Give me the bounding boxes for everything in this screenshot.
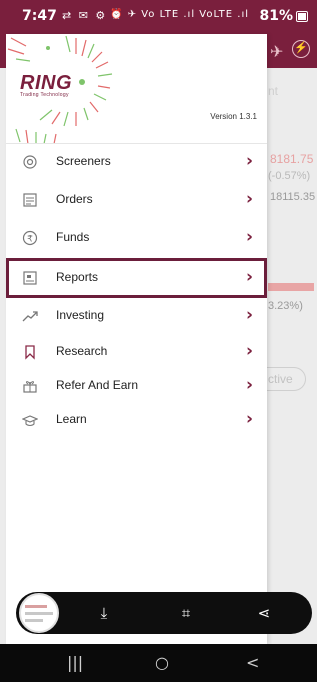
menu-item-refer-and-earn[interactable]: Refer And Earn ›	[6, 368, 267, 406]
crop-edit-icon[interactable]: ⌗	[176, 603, 196, 623]
menu-item-research[interactable]: Research ›	[6, 334, 267, 372]
status-time: 7:47	[22, 8, 57, 24]
chevron-right-icon: ›	[245, 267, 253, 287]
background-value: 8181.75	[270, 152, 314, 166]
screenshot-thumbnail[interactable]	[19, 593, 59, 633]
gift-icon	[23, 381, 37, 393]
menu-item-label: Learn	[56, 412, 87, 426]
screenshot-toolbar: ⤓ ⌗ ⋖	[16, 592, 312, 634]
chevron-right-icon: ›	[245, 409, 253, 429]
background-change: 3.23%)	[268, 300, 303, 312]
chevron-right-icon: ›	[245, 341, 253, 361]
chevron-right-icon: ›	[245, 151, 253, 171]
home-button[interactable]: ○	[155, 653, 169, 672]
navigation-drawer: RING Trading Technology Version 1.3.1 Sc…	[6, 34, 267, 644]
battery-icon	[296, 11, 308, 22]
menu-item-reports[interactable]: Reports ›	[6, 258, 267, 298]
svg-text:₹: ₹	[27, 235, 33, 245]
status-bar: 7:47 ⇄ ✉ ⚙ d ⏰ ✈ Vo LTE .ıl VoLTE .ıl 81…	[0, 0, 317, 34]
menu-item-learn[interactable]: Learn ›	[6, 402, 267, 440]
menu-item-orders[interactable]: Orders ›	[6, 182, 267, 220]
orders-icon	[23, 193, 37, 207]
screener-icon	[23, 155, 37, 169]
menu-item-screeners[interactable]: Screeners ›	[6, 144, 267, 182]
menu-item-label: Funds	[56, 230, 90, 244]
app-version: Version 1.3.1	[210, 112, 257, 121]
battery-percentage: 81%	[259, 8, 293, 24]
back-button[interactable]: <	[246, 653, 259, 672]
lightning-icon: ⚡	[292, 40, 310, 58]
menu-item-label: Screeners	[56, 154, 111, 168]
menu-item-funds[interactable]: ₹ Funds ›	[6, 220, 267, 258]
menu-item-label: Reports	[56, 270, 99, 284]
chevron-right-icon: ›	[245, 305, 253, 325]
chevron-right-icon: ›	[245, 227, 253, 247]
graduation-cap-icon	[22, 415, 38, 427]
background-change: (-0.57%)	[268, 170, 311, 182]
chevron-right-icon: ›	[245, 189, 253, 209]
menu-item-label: Investing	[56, 308, 105, 322]
background-status-pill: ctive	[264, 367, 306, 391]
scroll-capture-icon[interactable]: ⤓	[94, 603, 114, 623]
background-value: 18115.35	[270, 191, 316, 203]
chevron-right-icon: ›	[245, 375, 253, 395]
background-tab-hint: nt	[268, 84, 279, 98]
tool-icon: ✈	[270, 44, 284, 61]
logo-subtitle: Trading Technology	[20, 92, 69, 98]
bookmark-icon	[25, 345, 35, 360]
rupee-icon: ₹	[22, 230, 38, 246]
recent-apps-button[interactable]: |||	[67, 653, 83, 672]
chart-up-icon	[22, 311, 38, 322]
background-red-bar	[268, 283, 314, 291]
share-icon[interactable]: ⋖	[254, 603, 274, 623]
report-icon	[23, 271, 37, 285]
menu-item-label: Orders	[56, 192, 93, 206]
menu-item-investing[interactable]: Investing ›	[6, 298, 267, 336]
system-nav-bar: ||| ○ <	[0, 644, 317, 682]
drawer-header: RING Trading Technology Version 1.3.1	[6, 34, 267, 144]
signal-icons: ⏰ ✈ Vo LTE .ıl VoLTE .ıl	[110, 9, 249, 20]
menu-item-label: Research	[56, 344, 108, 358]
menu-item-label: Refer And Earn	[56, 378, 139, 392]
